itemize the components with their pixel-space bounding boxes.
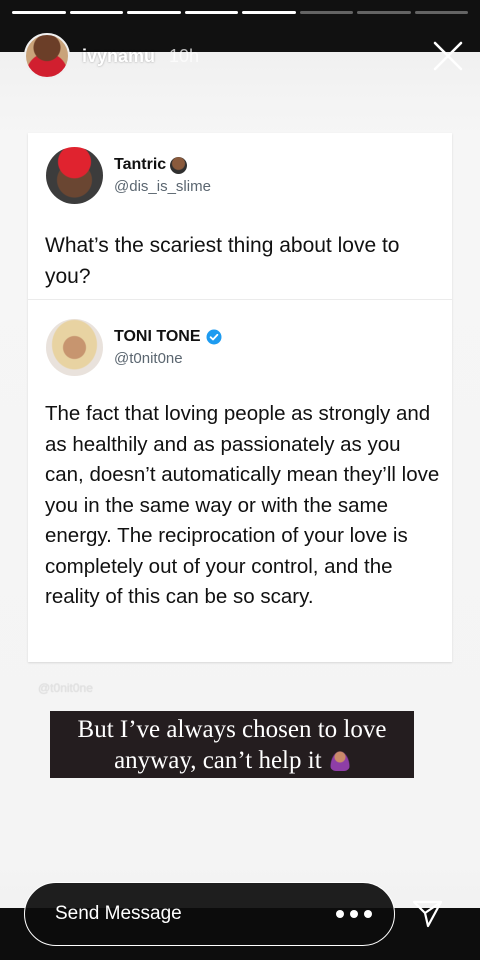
author-name-line: Tantric [114,156,211,174]
progress-segment [242,11,296,14]
progress-segment [414,11,468,14]
progress-segment [12,11,66,14]
author-name: Tantric [114,156,167,173]
man-emoji-icon [170,156,188,174]
divider [28,299,452,300]
avatar[interactable] [24,33,70,79]
tweet-author: Tantric @dis_is_slime [114,156,211,195]
story-header: ivynamu 10h [24,32,199,80]
tweet-header-tantric: Tantric @dis_is_slime [46,147,211,204]
progress-segment [69,11,123,14]
dot [364,910,372,918]
author-handle: @dis_is_slime [114,178,211,195]
progress-segment [127,11,181,14]
story-progress-bar [12,11,468,14]
caption-line-2-row: anyway, can’t help it [50,745,414,776]
shrug-emoji-icon [329,751,350,771]
tweet-text: The fact that loving people as strongly … [45,402,440,608]
profile-picture [46,319,103,376]
story-caption: But I’ve always chosen to love anyway, c… [50,711,414,778]
share-button[interactable] [410,896,444,930]
close-icon [433,41,463,71]
progress-segment [184,11,238,14]
send-message-placeholder: Send Message [55,903,182,924]
caption-line-1: But I’ve always chosen to love [77,716,387,743]
more-options-button[interactable] [336,904,372,924]
author-handle: @t0nit0ne [114,350,183,367]
verified-badge-icon [206,329,222,345]
profile-picture [46,147,103,204]
author-name-line: TONI TONE [114,328,222,346]
close-button[interactable] [430,38,466,74]
tweet-author: TONI TONE @t0nit0ne [114,328,222,367]
watermark-handle: @t0nit0ne [38,681,93,695]
caption-line-2: anyway, can’t help it [114,747,322,774]
dot [336,910,344,918]
author-name: TONI TONE [114,328,201,345]
tweet-screenshot-card: Tantric @dis_is_slime What’s the scaries… [28,133,452,662]
tweet-text: What’s the scariest thing about love to … [45,234,400,288]
dot [350,910,358,918]
progress-segment [299,11,353,14]
paper-plane-icon [412,900,443,928]
story-username[interactable]: ivynamu [82,46,155,67]
tweet-header-toni-tone: TONI TONE @t0nit0ne [46,319,222,376]
progress-segment [357,11,411,14]
story-timestamp: 10h [169,45,200,66]
